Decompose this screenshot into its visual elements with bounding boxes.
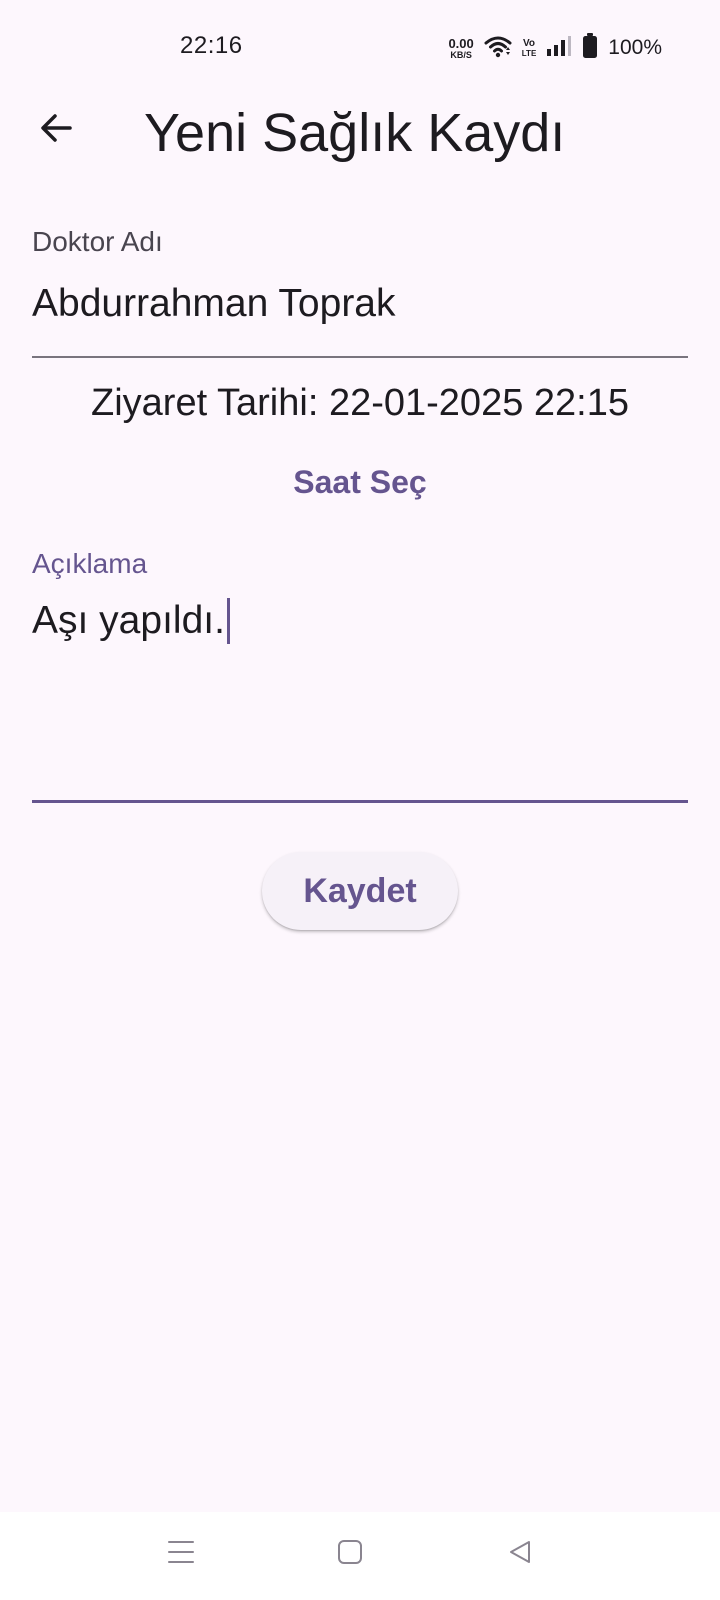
description-underline: [32, 800, 688, 803]
status-time: 22:16: [180, 32, 243, 59]
back-button[interactable]: [28, 102, 84, 158]
visit-date-text: Ziyaret Tarihi: 22-01-2025 22:15: [0, 382, 720, 425]
battery-percent: 100%: [608, 36, 662, 59]
doctor-name-value: Abdurrahman Toprak: [32, 282, 396, 325]
description-label: Açıklama: [32, 548, 148, 579]
arrow-left-icon: [38, 110, 74, 151]
menu-icon: [166, 1539, 196, 1570]
back-triangle-icon: [506, 1538, 534, 1571]
battery-icon: [582, 32, 598, 64]
nav-menu-button[interactable]: [157, 1530, 205, 1578]
doctor-name-field[interactable]: Doktor Adı Abdurrahman Toprak: [32, 226, 688, 358]
app-bar: Yeni Sağlık Kaydı: [0, 96, 720, 168]
doctor-name-underline: [32, 356, 688, 358]
description-value-wrapper: Aşı yapıldı.: [32, 598, 230, 644]
wifi-icon: [484, 34, 512, 63]
home-icon: [336, 1538, 364, 1571]
volte-indicator: Vo LTE: [521, 37, 537, 58]
signal-icon: [546, 35, 572, 62]
pick-time-button[interactable]: Saat Seç: [260, 452, 460, 512]
doctor-name-label: Doktor Adı: [32, 226, 163, 257]
system-nav-bar: [0, 1512, 720, 1600]
description-field[interactable]: Açıklama Aşı yapıldı.: [32, 548, 688, 804]
visit-date-label: Ziyaret Tarihi:: [91, 382, 319, 424]
network-speed-value: 0.00: [448, 35, 474, 51]
visit-date-value: 22-01-2025 22:15: [328, 382, 629, 424]
nav-back-button[interactable]: [496, 1530, 544, 1578]
network-speed-unit: KB/S: [450, 49, 472, 60]
save-button[interactable]: Kaydet: [262, 852, 458, 930]
page-title: Yeni Sağlık Kaydı: [144, 103, 566, 163]
network-speed: 0.00 KB/S: [448, 37, 473, 60]
volte-top: Vo: [523, 37, 536, 49]
description-value: Aşı yapıldı.: [32, 599, 225, 642]
volte-bottom: LTE: [521, 48, 537, 58]
text-cursor: [226, 598, 230, 644]
status-icons: 0.00 KB/S Vo LTE 100%: [448, 30, 662, 66]
visit-date-separator: [318, 382, 329, 424]
status-bar: 22:16 0.00 KB/S Vo LTE 100%: [0, 0, 720, 96]
nav-home-button[interactable]: [326, 1530, 374, 1578]
